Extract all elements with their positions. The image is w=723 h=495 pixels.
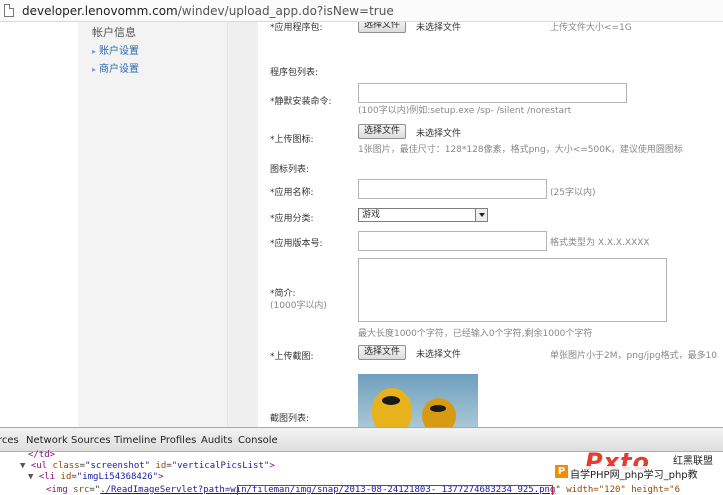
- version-hint: 格式类型为 X.X.X.XXXX: [550, 238, 650, 248]
- highlight-box: [237, 485, 553, 495]
- app-name-input[interactable]: [358, 179, 547, 199]
- chevron-right-icon: ▸: [92, 47, 97, 56]
- url-host: developer.lenovomm.com: [22, 4, 178, 18]
- intro-sublabel: (1000字以内): [270, 301, 327, 311]
- url-text[interactable]: developer.lenovomm.com/windev/upload_app…: [22, 4, 394, 18]
- account-sidebar: 帐户信息 ▸ 账户设置 ▸ 商户设置: [78, 22, 228, 427]
- upload-app-form: *应用程序包: 选择文件 未选择文件 上传文件大小<=1G 程序包列表: *静默…: [258, 22, 723, 427]
- package-list-label: 程序包列表:: [270, 68, 319, 78]
- attr-value: "verticalPicsList": [171, 461, 270, 471]
- page-content: 帐户信息 ▸ 账户设置 ▸ 商户设置 *应用程序包: 选择文件 未选择文件 上传文件…: [0, 22, 723, 427]
- page-document-icon: [4, 4, 14, 17]
- attr-name: id: [155, 461, 167, 471]
- screenshot-list-label: 截图列表:: [270, 414, 310, 424]
- thumbnail-character-2: [422, 398, 456, 427]
- version-label: *应用版本号:: [270, 239, 323, 249]
- dom-line-ul[interactable]: ▼ <ul class="screenshot" id="verticalPic…: [20, 461, 275, 471]
- expand-triangle-icon[interactable]: ▼: [28, 472, 33, 482]
- tag-name: ul: [36, 461, 48, 471]
- watermark: Pxto 红黑联盟 P 自学PHP网_php学习_php教: [555, 448, 723, 495]
- column-gutter: [228, 22, 258, 427]
- tag-name: li: [44, 472, 56, 482]
- tab-profiles[interactable]: Profiles: [160, 435, 196, 446]
- sidebar-title: 帐户信息: [92, 26, 136, 39]
- sidebar-item-label: 账户设置: [99, 46, 140, 57]
- category-selected-value: 游戏: [362, 210, 381, 220]
- dropdown-arrow-icon[interactable]: [475, 209, 487, 221]
- screenshot-choose-file-button[interactable]: 选择文件: [358, 345, 407, 360]
- icon-hint: 1张图片，最佳尺寸：128*128像素，格式png，大小<=500K，建议使用圆…: [358, 145, 683, 155]
- screenshot-no-file-text: 未选择文件: [416, 350, 462, 360]
- category-label: *应用分类:: [270, 214, 314, 224]
- tab-timeline[interactable]: Timeline: [114, 435, 157, 446]
- attr-name: class: [52, 461, 80, 471]
- app-package-label: *应用程序包:: [270, 23, 323, 33]
- dom-line-td[interactable]: </td>: [28, 450, 55, 460]
- screenshot-upload-label: *上传截图:: [270, 352, 314, 362]
- thumbnail-character-2-eyes: [430, 405, 446, 412]
- dom-line-li[interactable]: ▼ <li id="imgLi54368426">: [28, 472, 164, 482]
- screenshot-hint: 单张图片小于2M，png/jpg格式，最多10: [550, 351, 718, 361]
- tab-sources[interactable]: Sources: [71, 435, 111, 446]
- expand-triangle-icon[interactable]: ▼: [20, 461, 25, 471]
- app-name-label: *应用名称:: [270, 188, 314, 198]
- icon-list-label: 图标列表:: [270, 165, 310, 175]
- silent-install-label: *静默安装命令:: [270, 97, 332, 107]
- url-path: /windev/upload_app.do?isNew=true: [177, 4, 394, 18]
- attr-name: id: [60, 472, 72, 482]
- intro-textarea[interactable]: [358, 258, 667, 322]
- icon-choose-file-button[interactable]: 选择文件: [358, 124, 407, 139]
- thumbnail-character-1: [372, 388, 412, 427]
- app-package-hint: 上传文件大小<=1G: [550, 23, 632, 33]
- thumbnail-character-1-eyes: [382, 396, 400, 405]
- app-package-no-file-text: 未选择文件: [416, 23, 462, 33]
- silent-install-input[interactable]: [358, 83, 627, 103]
- attr-value: "screenshot": [85, 461, 151, 471]
- category-select[interactable]: 游戏: [358, 208, 488, 222]
- sidebar-item-merchant-settings[interactable]: ▸ 商户设置: [92, 60, 139, 75]
- tag-name: img: [51, 485, 68, 495]
- tab-resources[interactable]: rces: [0, 435, 19, 446]
- chevron-right-icon: ▸: [92, 65, 97, 74]
- icon-upload-label: *上传图标:: [270, 135, 314, 145]
- address-bar[interactable]: developer.lenovomm.com/windev/upload_app…: [0, 0, 723, 22]
- attr-value: "imgLi54368426": [76, 472, 159, 482]
- watermark-cn-text: 红黑联盟: [673, 456, 713, 467]
- app-name-hint: (25字以内): [550, 188, 596, 198]
- watermark-text: 自学PHP网_php学习_php教: [570, 466, 698, 481]
- intro-hint: 最大长度1000个字符，已经输入0个字符,剩余1000个字符: [358, 329, 593, 339]
- icon-no-file-text: 未选择文件: [416, 129, 462, 139]
- sidebar-item-label: 商户设置: [99, 64, 140, 75]
- silent-install-hint: (100字以内)例如:setup.exe /sp- /silent /nores…: [358, 106, 572, 116]
- sidebar-item-account-settings[interactable]: ▸ 账户设置: [92, 42, 139, 57]
- watermark-logo-icon: P: [555, 465, 568, 478]
- version-input[interactable]: [358, 231, 547, 251]
- screenshot-thumbnail[interactable]: [358, 374, 478, 427]
- tab-network[interactable]: Network: [26, 435, 68, 446]
- tab-console[interactable]: Console: [238, 435, 278, 446]
- attr-name: src: [73, 485, 90, 495]
- tab-audits[interactable]: Audits: [201, 435, 232, 446]
- app-package-choose-file-button[interactable]: 选择文件: [358, 22, 407, 33]
